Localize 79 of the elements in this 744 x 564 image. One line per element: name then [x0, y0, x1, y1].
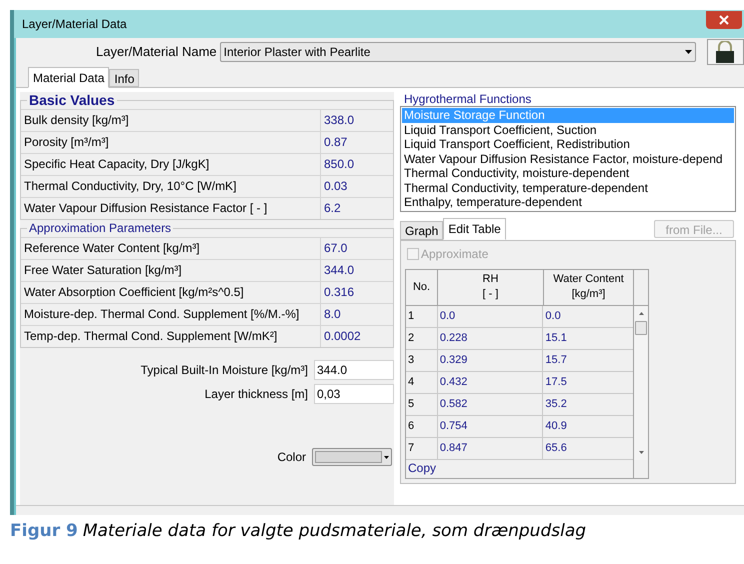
list-item[interactable]: Thermal Conductivity, moisture-dependent — [402, 166, 734, 180]
property-label: Thermal Conductivity, Dry, 10°C [W/mK] — [21, 176, 321, 197]
window-title: Layer/Material Data — [22, 16, 127, 33]
list-item[interactable]: Thermal Conductivity, temperature-dependent — [402, 180, 734, 195]
table-cell: 5 — [406, 394, 438, 414]
checkbox-label: Approximate — [421, 246, 488, 262]
property-value[interactable]: 850.0 — [321, 154, 393, 175]
property-label: Water Vapour Diffusion Resistance Factor [ - ] — [21, 198, 321, 219]
field-label: Color — [277, 449, 306, 466]
column-header: RH [ - ] — [438, 270, 544, 304]
table-cell: 0.847 — [438, 438, 544, 458]
down-arrow-icon — [638, 450, 644, 454]
property-label: Specific Heat Capacity, Dry [J/kgK] — [21, 154, 321, 175]
table-cell: 3 — [406, 350, 438, 370]
table-cell-text: 35.2 — [544, 396, 568, 412]
property-value[interactable]: 344.0 — [321, 260, 393, 281]
property-value[interactable]: 67.0 — [321, 238, 393, 259]
tab[interactable]: Graph — [400, 220, 444, 240]
material-dropdown[interactable]: Interior Plaster with Pearlite — [220, 42, 696, 62]
property-label: Bulk density [kg/m³] — [21, 110, 321, 131]
table-cell: 0.582 — [438, 394, 544, 414]
table-cell: 0.432 — [438, 372, 544, 392]
close-button[interactable] — [706, 11, 742, 29]
list-item[interactable]: Liquid Transport Coefficient, Redistribution — [402, 137, 734, 152]
property-value[interactable]: 8.0 — [321, 304, 393, 325]
property-value[interactable]: 0.0002 — [321, 326, 393, 347]
up-arrow-icon — [638, 312, 644, 314]
table-cell-text: 0.0 — [544, 308, 562, 324]
property-value[interactable]: 338.0 — [321, 110, 393, 131]
table-cell: 4 — [406, 372, 438, 392]
table-cell: 0.0 — [438, 306, 544, 326]
caption-text: Materiale data for valgte pudsmateriale, som drænpudslag — [82, 520, 586, 543]
property-label: Water Absorption Coefficient [kg/m²s^0.5] — [21, 282, 321, 303]
table-cell: 0.754 — [438, 416, 544, 436]
copy-link[interactable]: Copy — [406, 460, 634, 478]
table-cell-text: 15.1 — [544, 330, 568, 346]
property-label: Moisture-dep. Thermal Cond. Supplement [%/M.-%] — [21, 304, 321, 325]
field-label: Layer/Material Name — [96, 43, 217, 62]
section-title: Approximation Parameters — [27, 220, 174, 236]
property-label: Free Water Saturation [kg/m³] — [21, 260, 321, 281]
caret-icon — [384, 456, 389, 458]
list-item[interactable]: Enthalpy, temperature-dependent — [402, 195, 734, 210]
lock-button[interactable] — [706, 39, 744, 65]
tab[interactable]: Info — [109, 69, 140, 87]
scrollbar-thumb[interactable] — [635, 320, 647, 334]
section-title: Basic Values — [27, 92, 117, 108]
property-label: Porosity [m³/m³] — [21, 132, 321, 153]
table-cell: 1 — [406, 306, 438, 326]
input-field[interactable]: 0,03 — [314, 384, 394, 404]
table-cell-text: 65.6 — [544, 440, 568, 456]
table-cell-text: 15.7 — [544, 352, 568, 368]
property-label: Temp-dep. Thermal Cond. Supplement [W/mK²] — [21, 326, 321, 347]
property-value[interactable]: 0.87 — [321, 132, 393, 153]
property-value[interactable]: 0.316 — [321, 282, 393, 303]
tab[interactable]: Edit Table — [443, 218, 506, 240]
table-cell: 0.228 — [438, 328, 544, 348]
list-item[interactable]: Liquid Transport Coefficient, Suction — [402, 122, 734, 137]
column-header: Water Content [kg/m³] — [544, 270, 634, 304]
table-cell: 6 — [406, 416, 438, 436]
property-value[interactable]: 6.2 — [321, 198, 393, 219]
column-header: No. — [406, 270, 438, 304]
field-label: Typical Built-In Moisture [kg/m³] — [140, 362, 308, 379]
close-icon — [719, 15, 729, 25]
list-item[interactable]: Water Vapour Diffusion Resistance Factor, moisture-depend — [402, 152, 734, 166]
table-cell: 7 — [406, 438, 438, 458]
table-cell: 0.329 — [438, 350, 544, 370]
field-label: Layer thickness [m] — [204, 386, 308, 403]
table-cell: 2 — [406, 328, 438, 348]
caret-icon — [684, 50, 692, 54]
input-field[interactable]: 344.0 — [314, 360, 394, 380]
color-picker[interactable] — [312, 448, 392, 466]
property-label: Reference Water Content [kg/m³] — [21, 238, 321, 259]
section-title: Hygrothermal Functions — [403, 92, 532, 106]
property-value[interactable]: 0.03 — [321, 176, 393, 197]
table-cell-text: 17.5 — [544, 374, 568, 390]
tab[interactable]: Material Data — [28, 67, 110, 88]
caption-label: Figur 9 — [10, 520, 78, 543]
table-cell-text: 40.9 — [544, 418, 568, 434]
scrollbar[interactable] — [634, 306, 648, 460]
